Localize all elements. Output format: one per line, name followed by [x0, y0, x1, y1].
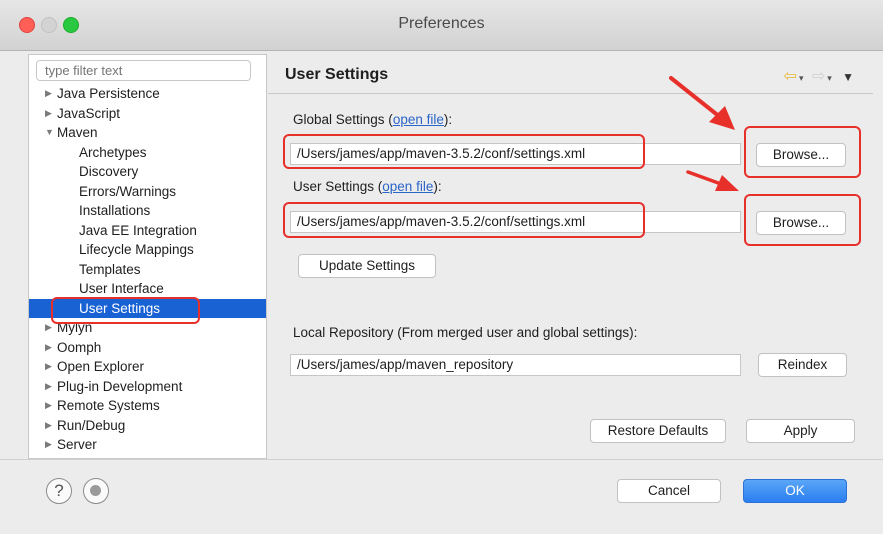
update-settings-button[interactable]: Update Settings — [298, 254, 436, 278]
tree-item[interactable]: Discovery — [29, 162, 266, 182]
expanded-triangle-icon[interactable]: ▼ — [45, 123, 54, 143]
tree-item-label: Server — [57, 437, 97, 452]
panel-header: User Settings ⇦ ▾ ⇨ ▾ ▼ — [268, 54, 873, 94]
apply-button[interactable]: Apply — [746, 419, 855, 443]
collapsed-triangle-icon[interactable]: ▶ — [45, 338, 52, 358]
user-browse-highlight — [744, 194, 861, 246]
history-navigation: ⇦ ▾ ⇨ ▾ ▼ — [784, 66, 859, 86]
tree-item[interactable]: User Interface — [29, 279, 266, 299]
page-title: User Settings — [285, 66, 389, 83]
tree-item-label: Java EE Integration — [79, 222, 197, 238]
red-arrow-annotations — [669, 76, 739, 191]
restore-defaults-button[interactable]: Restore Defaults — [590, 419, 726, 443]
tree-item[interactable]: Archetypes — [29, 143, 266, 163]
user-open-file-link[interactable]: open file — [382, 179, 433, 194]
user-settings-tree-highlight — [51, 297, 200, 324]
collapsed-triangle-icon[interactable]: ▶ — [45, 84, 52, 104]
tree-item[interactable]: ▶ Remote Systems — [29, 396, 266, 416]
tree-item-label: Plug-in Development — [57, 378, 183, 394]
collapsed-triangle-icon[interactable]: ▶ — [45, 357, 52, 377]
tree-item-label: Archetypes — [79, 144, 147, 160]
tree-item-label: Templates — [79, 261, 141, 277]
tree-item-label: Maven — [57, 125, 98, 140]
user-settings-panel: User Settings ⇦ ▾ ⇨ ▾ ▼ Global Settings (o… — [268, 54, 873, 459]
tree-item-label: Errors/Warnings — [79, 183, 177, 199]
tree-item-label: Oomph — [57, 339, 102, 355]
preferences-sidebar: ▶Java Persistence▶JavaScript▼MavenArchet… — [28, 54, 267, 459]
record-icon[interactable] — [83, 478, 109, 504]
red-arrow-user — [686, 170, 739, 191]
tree-item[interactable]: ▶ Oomph — [29, 338, 266, 358]
global-settings-label: Global Settings (open file): — [293, 112, 453, 127]
view-menu-icon[interactable]: ▼ — [842, 70, 854, 84]
user-path-highlight — [283, 202, 645, 238]
tree-item[interactable]: Installations — [29, 201, 266, 221]
user-settings-label: User Settings (open file): — [293, 179, 442, 194]
tree-item-label: Installations — [79, 203, 151, 218]
tree-item-label: Open Explorer — [57, 359, 145, 374]
filter-input[interactable] — [36, 60, 251, 81]
tree-item-label: Java Persistence — [57, 86, 160, 101]
tree-item[interactable]: ▶ Plug-in Development — [29, 377, 266, 397]
tree-item-label: Discovery — [79, 164, 139, 179]
collapsed-triangle-icon[interactable]: ▶ — [45, 396, 52, 416]
global-browse-highlight — [744, 126, 861, 178]
footer-divider — [0, 459, 883, 460]
red-arrow-global — [669, 76, 735, 130]
tree-item[interactable]: ▶ Run/Debug — [29, 416, 266, 436]
cancel-button[interactable]: Cancel — [617, 479, 721, 503]
tree-item-label: User Interface — [79, 281, 164, 296]
local-repository-label: Local Repository (From merged user and g… — [293, 325, 638, 340]
reindex-button[interactable]: Reindex — [758, 353, 847, 377]
global-open-file-link[interactable]: open file — [393, 112, 444, 127]
tree-item-label: Lifecycle Mappings — [79, 242, 194, 257]
collapsed-triangle-icon[interactable]: ▶ — [45, 435, 52, 455]
tree-item-label: JavaScript — [57, 105, 121, 121]
forward-arrow-icon[interactable]: ⇨ — [812, 68, 825, 85]
tree-item[interactable]: ▼ Maven — [29, 123, 266, 143]
collapsed-triangle-icon[interactable]: ▶ — [45, 377, 52, 397]
tree-item-label: Remote Systems — [57, 398, 160, 413]
title-bar: Preferences — [0, 0, 883, 51]
preferences-tree: ▶ Java Persistence ▶ JavaScript ▼ Maven Archet… — [29, 84, 266, 455]
preferences-window: Preferences ▶ Java Persistence ▶ JavaScript… — [0, 0, 883, 534]
window-title: Preferences — [398, 15, 485, 32]
tree-item[interactable]: ▶ Java Persistence — [29, 84, 266, 104]
tree-item-label: Run/Debug — [57, 417, 126, 433]
ok-button[interactable]: OK — [743, 479, 847, 503]
collapsed-triangle-icon[interactable]: ▶ — [45, 416, 52, 436]
tree-item[interactable]: Java EE Integration — [29, 221, 266, 241]
back-dropdown-icon[interactable]: ▾ — [799, 73, 804, 83]
collapsed-triangle-icon[interactable]: ▶ — [45, 104, 52, 124]
record-dot — [90, 485, 101, 496]
global-path-highlight — [283, 134, 645, 169]
tree-item[interactable]: ▶ JavaScript — [29, 104, 266, 124]
tree-item[interactable]: Lifecycle Mappings — [29, 240, 266, 260]
tree-item[interactable]: ▶ Open Explorer — [29, 357, 266, 377]
local-repository-field[interactable]: /Users/james/app/maven_repository — [290, 354, 741, 376]
forward-dropdown-icon[interactable]: ▾ — [827, 73, 832, 83]
tree-item[interactable]: Errors/Warnings — [29, 182, 266, 202]
back-arrow-icon[interactable]: ⇦ — [784, 68, 797, 85]
tree-item[interactable]: Templates — [29, 260, 266, 280]
help-icon[interactable]: ? — [46, 478, 72, 504]
tree-item[interactable]: ▶ Server — [29, 435, 266, 455]
